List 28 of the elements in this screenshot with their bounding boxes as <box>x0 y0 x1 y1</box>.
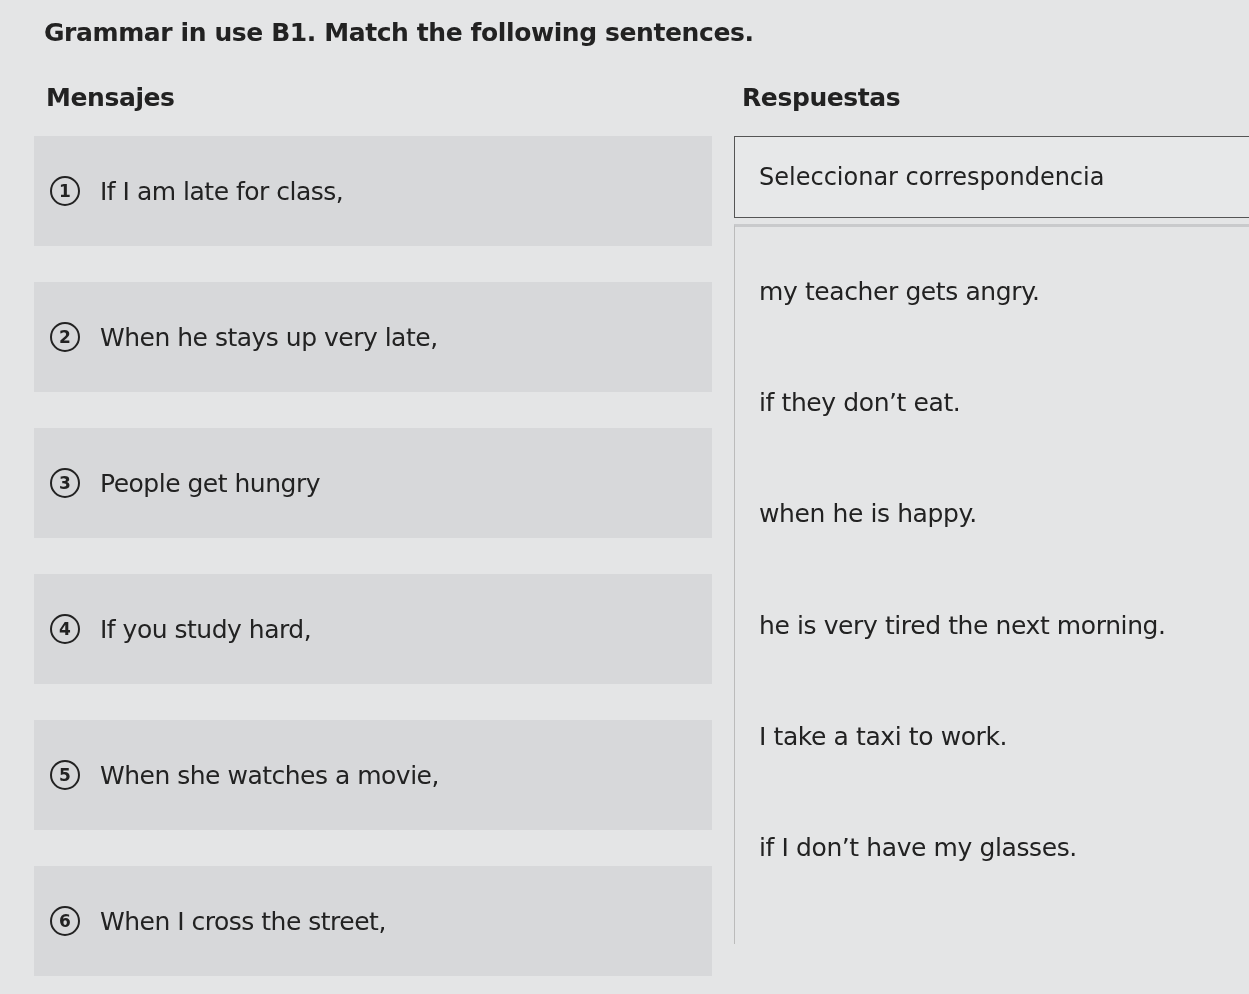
message-card[interactable]: 6 When I cross the street, <box>34 866 712 976</box>
message-card[interactable]: 5 When she watches a movie, <box>34 720 712 830</box>
match-dropdown[interactable]: Seleccionar correspondencia <box>734 136 1249 218</box>
message-text: If you study hard, <box>100 614 312 644</box>
column-heading: Respuestas <box>742 83 902 112</box>
answer-option[interactable]: my teacher gets angry. <box>759 277 1249 389</box>
number-marker: 6 <box>50 906 80 936</box>
answer-option[interactable]: if they don’t eat. <box>759 388 1249 500</box>
number-marker: 1 <box>50 176 80 206</box>
message-text: When she watches a movie, <box>100 760 439 790</box>
answer-option[interactable]: if I don’t have my glasses. <box>759 832 1249 945</box>
message-card[interactable]: 4 If you study hard, <box>34 574 712 684</box>
answer-option[interactable]: I take a taxi to work. <box>759 721 1249 833</box>
page-title: Grammar in use B1. Match the following sentences. <box>44 18 755 47</box>
message-text: If I am late for class, <box>100 176 344 206</box>
number-marker: 5 <box>50 760 80 790</box>
message-text: When I cross the street, <box>100 906 386 936</box>
answer-option[interactable]: when he is happy. <box>759 499 1249 611</box>
number-marker: 3 <box>50 468 80 498</box>
message-text: When he stays up very late, <box>100 322 438 352</box>
message-card[interactable]: 2 When he stays up very late, <box>34 282 712 392</box>
message-card[interactable]: 1 If I am late for class, <box>34 136 712 246</box>
column-heading: Mensajes <box>46 83 176 112</box>
number-marker: 2 <box>50 322 80 352</box>
answer-option[interactable]: he is very tired the next morning. <box>759 610 1249 722</box>
message-card[interactable]: 3 People get hungry <box>34 428 712 538</box>
number-marker: 4 <box>50 614 80 644</box>
message-text: People get hungry <box>100 468 320 498</box>
